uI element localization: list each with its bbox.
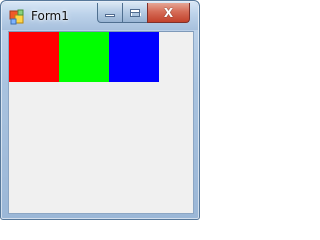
- title-bar[interactable]: Form1 X: [2, 2, 198, 30]
- window-title: Form1: [31, 9, 69, 23]
- maximize-button[interactable]: [122, 3, 148, 23]
- green-panel: [59, 32, 109, 82]
- red-panel: [9, 32, 59, 82]
- close-icon: X: [163, 6, 174, 20]
- blue-panel: [109, 32, 159, 82]
- caption-buttons: X: [97, 3, 190, 23]
- form-window: Form1 X: [0, 0, 200, 220]
- minimize-icon: [105, 14, 115, 17]
- minimize-button[interactable]: [97, 3, 123, 23]
- windows-form-icon: [9, 9, 25, 25]
- maximize-icon: [130, 8, 141, 17]
- close-button[interactable]: X: [147, 3, 190, 23]
- client-area: [8, 31, 194, 214]
